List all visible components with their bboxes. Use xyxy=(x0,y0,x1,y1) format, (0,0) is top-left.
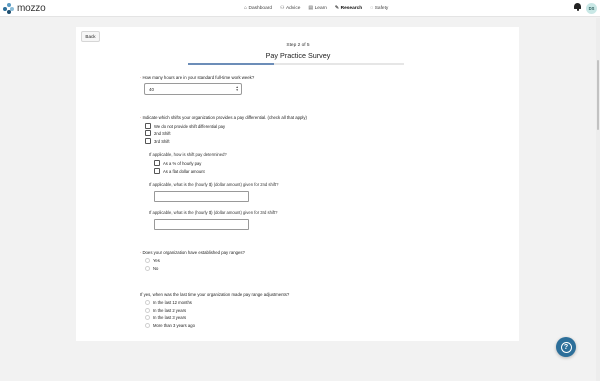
nav-research[interactable]: ✎ Research xyxy=(335,5,362,11)
hours-select[interactable]: 40 ▴ ▾ xyxy=(144,83,242,95)
question-label: Does your organization have established … xyxy=(142,250,245,255)
nav-dashboard[interactable]: ⌂ Dashboard xyxy=(244,5,272,11)
question-hours: ·How many hours are in your standard ful… xyxy=(140,75,254,80)
question-range-adjustments: If yes, when was the last time your orga… xyxy=(140,292,289,297)
main-nav: ⌂ Dashboard ⚇ Advice ▤ Learn ✎ Research … xyxy=(244,5,388,11)
2nd-shift-amount-input[interactable] xyxy=(154,191,249,202)
radio-more-than-3-years[interactable]: More than 3 years ago xyxy=(145,323,195,328)
page-title: Pay Practice Survey xyxy=(265,51,331,60)
option-label: We do not provide shift differential pay xyxy=(154,123,226,129)
logo[interactable]: mozzo xyxy=(3,3,46,14)
checkbox-no-differential[interactable]: We do not provide shift differential pay xyxy=(145,123,225,129)
radio-button[interactable] xyxy=(145,258,150,263)
question-2nd-shift-amount: If applicable, what is the (hourly $) (d… xyxy=(149,182,279,187)
question-label: If yes, when was the last time your orga… xyxy=(140,292,290,297)
checkbox[interactable] xyxy=(145,130,151,136)
progress-bar xyxy=(188,63,404,65)
nav-safety[interactable]: ◌ Safety xyxy=(370,5,388,11)
checkbox[interactable] xyxy=(145,123,151,129)
checkbox[interactable] xyxy=(154,160,160,166)
question-shift-differential: ·Indicate which shifts your organization… xyxy=(140,115,307,120)
avatar[interactable]: DS xyxy=(586,3,597,14)
logo-text: mozzo xyxy=(17,3,46,14)
nav-label: Research xyxy=(340,5,363,11)
checkbox-2nd-shift[interactable]: 2nd Shift xyxy=(145,130,171,136)
nav-advice[interactable]: ⚇ Advice xyxy=(280,5,300,11)
checkbox-percent-hourly[interactable]: As a % of hourly pay xyxy=(154,160,201,166)
back-button[interactable]: Back xyxy=(81,31,100,42)
radio-button[interactable] xyxy=(145,266,150,271)
logo-icon xyxy=(3,3,14,14)
option-label: 3rd Shift xyxy=(154,138,170,144)
radio-button[interactable] xyxy=(145,300,150,305)
radio-3-years[interactable]: In the last 3 years xyxy=(145,315,186,320)
people-icon: ⚇ xyxy=(280,5,285,11)
radio-2-years[interactable]: In the last 2 years xyxy=(145,308,186,313)
nav-label: Advice xyxy=(285,5,301,11)
question-label: Indicate which shifts your organization … xyxy=(142,115,307,120)
option-label: Yes xyxy=(153,258,160,263)
3rd-shift-amount-input[interactable] xyxy=(154,219,249,230)
checkbox-flat-dollar[interactable]: As a flat dollar amount xyxy=(154,168,205,174)
checkbox[interactable] xyxy=(145,138,151,144)
option-label: As a % of hourly pay xyxy=(163,160,202,166)
option-label: More than 3 years ago xyxy=(153,323,195,328)
help-icon: ? xyxy=(560,341,572,353)
question-shift-pay-method: If applicable, how is shift pay determin… xyxy=(149,152,227,157)
option-label: No xyxy=(153,266,159,271)
chevron-updown-icon: ▴ ▾ xyxy=(236,84,238,92)
nav-label: Learn xyxy=(314,5,327,11)
checkbox-3rd-shift[interactable]: 3rd Shift xyxy=(145,138,170,144)
help-button[interactable]: ? xyxy=(556,337,576,357)
option-label: 2nd Shift xyxy=(154,130,171,136)
nav-label: Safety xyxy=(374,5,389,11)
radio-no[interactable]: No xyxy=(145,266,158,271)
option-label: In the last 12 months xyxy=(153,300,192,305)
question-pay-ranges: ·Does your organization have established… xyxy=(140,250,245,255)
radio-button[interactable] xyxy=(145,308,150,313)
home-icon: ⌂ xyxy=(244,5,248,11)
shield-icon: ◌ xyxy=(370,5,374,11)
nav-label: Dashboard xyxy=(248,5,272,11)
radio-button[interactable] xyxy=(145,323,150,328)
book-icon: ▤ xyxy=(308,5,314,11)
top-nav-bar: mozzo ⌂ Dashboard ⚇ Advice ▤ Learn ✎ Res… xyxy=(0,0,600,17)
radio-12-months[interactable]: In the last 12 months xyxy=(145,300,192,305)
progress-fill xyxy=(188,63,275,65)
option-label: In the last 3 years xyxy=(153,315,187,320)
hours-value: 40 xyxy=(149,87,154,92)
step-indicator: Step 2 of 5 xyxy=(286,43,310,48)
radio-yes[interactable]: Yes xyxy=(145,258,160,263)
checkbox[interactable] xyxy=(154,168,160,174)
bell-icon[interactable] xyxy=(574,3,581,11)
chart-icon: ✎ xyxy=(334,5,340,11)
nav-learn[interactable]: ▤ Learn xyxy=(308,5,327,11)
option-label: In the last 2 years xyxy=(153,308,187,313)
radio-button[interactable] xyxy=(145,315,150,320)
option-label: As a flat dollar amount xyxy=(163,168,205,174)
scrollbar-thumb[interactable] xyxy=(597,60,599,130)
question-3rd-shift-amount: If applicable, what is the (hourly $) (d… xyxy=(149,210,278,215)
question-label: How many hours are in your standard full… xyxy=(142,75,255,80)
